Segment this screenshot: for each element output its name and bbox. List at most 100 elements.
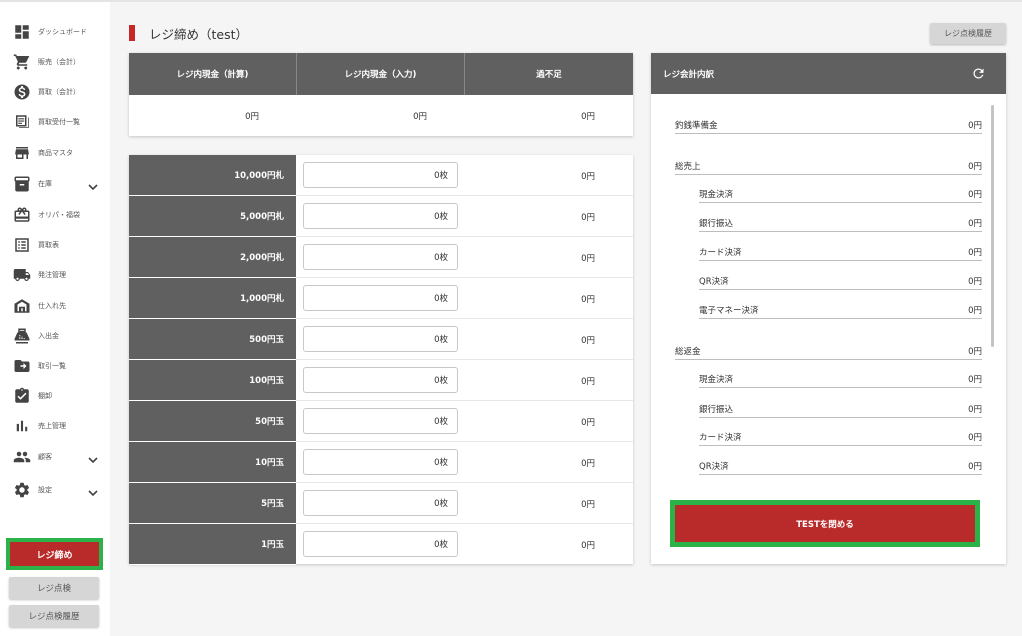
denomination-label: 10円玉 [129, 442, 296, 483]
title-accent-bar [129, 25, 135, 41]
denomination-row: 10,000円札 0枚 0円 [129, 155, 633, 196]
denomination-row: 5円玉 0枚 0円 [129, 483, 633, 524]
denomination-count-input[interactable]: 0枚 [303, 408, 458, 434]
sidebar-item-label: 買取受付一覧 [38, 118, 80, 126]
refresh-icon[interactable] [971, 66, 986, 81]
page-title: レジ締め（test） [149, 27, 249, 42]
people-icon [13, 448, 31, 466]
denomination-total: 0円 [581, 417, 595, 428]
denomination-table: 10,000円札 0枚 0円 5,000円札 0枚 0円 2,000円札 0枚 … [129, 155, 633, 565]
breakdown-scrollbar[interactable] [991, 105, 994, 347]
sidebar-item-purchase[interactable]: 買取（会計） [0, 77, 110, 107]
close-register-button[interactable]: レジ締め [10, 542, 99, 566]
sidebar-item-sales-management[interactable]: 売上管理 [0, 411, 110, 441]
summary-value-difference: 0円 [581, 111, 595, 122]
chevron-down-icon[interactable] [87, 451, 99, 464]
sidebar-item-sales[interactable]: 販売（会計） [0, 47, 110, 77]
check-history-button[interactable]: レジ点検履歴 [930, 23, 1006, 44]
receipt-icon [13, 113, 31, 131]
sidebar-item-lucky-bags[interactable]: オリパ・福袋 [0, 200, 110, 230]
sidebar-item-label: 売上管理 [38, 422, 66, 430]
breakdown-title: レジ会計内訳 [663, 69, 715, 80]
denomination-count-input[interactable]: 0枚 [303, 203, 458, 229]
sidebar-item-customers[interactable]: 顧客 [0, 442, 110, 472]
line-label: 総売上 [675, 162, 701, 172]
denomination-label: 1円玉 [129, 524, 296, 565]
sidebar-item-cash-in-out[interactable]: 入出金 [0, 321, 110, 351]
sidebar-item-label: ダッシュボード [38, 28, 87, 36]
inventory-icon [13, 175, 31, 193]
denomination-label: 100円玉 [129, 360, 296, 401]
line-label: 電子マネー決済 [699, 306, 759, 316]
sales-item-line: 電子マネー決済 0円 [699, 305, 982, 319]
close-test-highlight: TESTを閉める [670, 500, 980, 547]
sidebar-item-label: 在庫 [38, 180, 52, 188]
denomination-count-input[interactable]: 0枚 [303, 162, 458, 188]
denomination-count-input[interactable]: 0枚 [303, 244, 458, 270]
register-check-history-button[interactable]: レジ点検履歴 [9, 605, 99, 627]
denomination-count-input[interactable]: 0枚 [303, 449, 458, 475]
line-value: 0円 [968, 433, 982, 443]
denomination-total: 0円 [581, 253, 595, 264]
line-label: 総返金 [675, 347, 701, 357]
summary-value-entered: 0円 [413, 111, 427, 122]
sidebar-item-products[interactable]: 商品マスタ [0, 138, 110, 168]
denomination-label: 10,000円札 [129, 155, 296, 196]
register-check-button[interactable]: レジ点検 [9, 577, 99, 599]
top-border [0, 0, 1022, 2]
chevron-down-icon[interactable] [87, 178, 99, 191]
denomination-label: 1,000円札 [129, 278, 296, 319]
line-label: 現金決済 [699, 375, 734, 385]
denomination-count-input[interactable]: 0枚 [303, 285, 458, 311]
dollar-icon [13, 83, 31, 101]
chevron-down-icon[interactable] [87, 484, 99, 497]
truck-icon [13, 266, 31, 284]
sidebar-item-purchase-table[interactable]: 買取表 [0, 230, 110, 260]
sidebar-item-inventory[interactable]: 在庫 [0, 169, 110, 199]
denomination-row: 5,000円札 0枚 0円 [129, 196, 633, 237]
sidebar-item-label: 販売（会計） [38, 58, 80, 66]
summary-header-row: レジ内現金（計算) レジ内現金（入力) 過不足 [129, 53, 633, 95]
list-icon [13, 236, 31, 254]
folder-icon [13, 357, 31, 375]
denomination-count-input[interactable]: 0枚 [303, 531, 458, 557]
denomination-count-input[interactable]: 0枚 [303, 490, 458, 516]
line-value: 0円 [968, 405, 982, 415]
line-label: 釣銭準備金 [675, 121, 718, 131]
sidebar-item-settings[interactable]: 設定 [0, 475, 110, 505]
summary-value-calculated: 0円 [245, 111, 259, 122]
denomination-label: 50円玉 [129, 401, 296, 442]
dashboard-icon [13, 23, 31, 41]
denomination-row: 500円玉 0枚 0円 [129, 319, 633, 360]
denomination-count-input[interactable]: 0枚 [303, 326, 458, 352]
denomination-row: 1,000円札 0枚 0円 [129, 278, 633, 319]
denomination-row: 10円玉 0枚 0円 [129, 442, 633, 483]
close-test-button[interactable]: TESTを閉める [675, 505, 975, 542]
denomination-row: 1円玉 0枚 0円 [129, 524, 633, 565]
bar-chart-icon [13, 417, 31, 435]
sidebar-item-suppliers[interactable]: 仕入れ先 [0, 291, 110, 321]
denomination-total: 0円 [581, 294, 595, 305]
sidebar-item-purchase-list[interactable]: 買取受付一覧 [0, 107, 110, 137]
denomination-total: 0円 [581, 171, 595, 182]
clipboard-icon [13, 387, 31, 405]
sales-item-line: QR決済 0円 [699, 276, 982, 290]
sidebar-item-orders[interactable]: 発注管理 [0, 260, 110, 290]
warehouse-icon [13, 297, 31, 315]
denomination-count-input[interactable]: 0枚 [303, 367, 458, 393]
sales-item-line: 銀行振込 0円 [699, 218, 982, 232]
close-register-highlight: レジ締め [6, 538, 103, 570]
line-value: 0円 [968, 248, 982, 258]
sidebar-item-label: 入出金 [38, 332, 59, 340]
line-label: QR決済 [699, 277, 729, 287]
summary-header-calculated: レジ内現金（計算) [129, 53, 297, 95]
line-value: 0円 [968, 219, 982, 229]
denomination-label: 2,000円札 [129, 237, 296, 278]
sidebar-item-stocktake[interactable]: 棚卸 [0, 381, 110, 411]
sidebar-item-transactions[interactable]: 取引一覧 [0, 351, 110, 381]
line-label: 銀行振込 [699, 405, 734, 415]
sidebar-item-dashboard[interactable]: ダッシュボード [0, 17, 110, 47]
line-value: 0円 [968, 277, 982, 287]
line-value: 0円 [968, 306, 982, 316]
sidebar-item-label: 発注管理 [38, 271, 66, 279]
